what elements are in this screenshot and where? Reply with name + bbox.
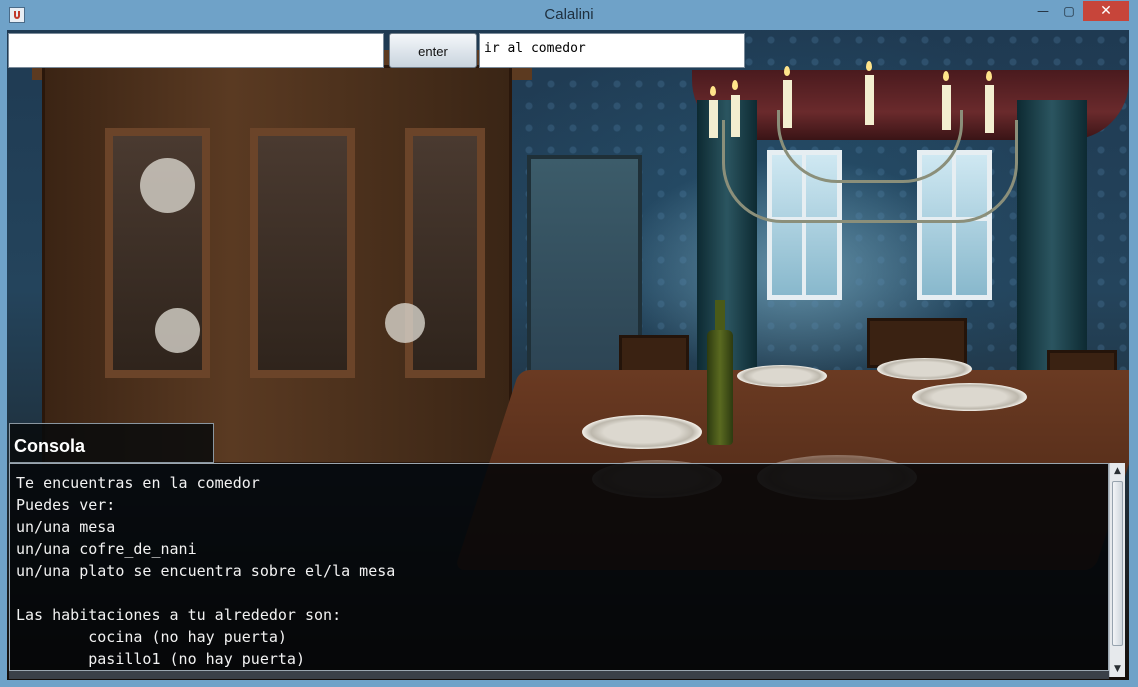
scroll-thumb[interactable] (1112, 481, 1123, 646)
maximize-button[interactable]: ▢ (1056, 1, 1082, 21)
cabinet-door (250, 128, 355, 378)
console-line: Te encuentras en la comedor (16, 474, 260, 492)
plate (737, 365, 827, 387)
cabinet-door (405, 128, 485, 378)
plate-decor (385, 303, 425, 343)
wine-bottle (707, 330, 733, 445)
flame (710, 86, 716, 96)
client-area: enter ir al comedor Consola Te encuentra… (7, 30, 1129, 680)
title-bar[interactable]: Calalini — ▢ ✕ (0, 0, 1138, 30)
plate (877, 358, 972, 380)
scroll-up-arrow-icon[interactable]: ▲ (1110, 463, 1125, 479)
candle (865, 75, 874, 125)
candle (985, 85, 994, 133)
candle (731, 95, 740, 137)
scroll-down-arrow-icon[interactable]: ▼ (1110, 661, 1125, 677)
candle (942, 85, 951, 130)
flame (732, 80, 738, 90)
plate (912, 383, 1027, 411)
console-line: un/una plato se encuentra sobre el/la me… (16, 562, 396, 580)
plate-decor (140, 158, 195, 213)
minimize-button[interactable]: — (1030, 1, 1056, 21)
console-line: un/una mesa (16, 518, 116, 536)
window-title: Calalini (544, 6, 594, 23)
enter-button[interactable]: enter (389, 33, 477, 68)
plate-decor (155, 308, 200, 353)
candle (709, 100, 718, 138)
app-window: Calalini — ▢ ✕ enter ir al comedor Conso… (0, 0, 1138, 687)
console-bottom-edge (9, 671, 1109, 679)
candle (783, 80, 792, 128)
console-scrollbar[interactable]: ▲ ▼ (1109, 463, 1125, 677)
console-output[interactable]: Te encuentras en la comedor Puedes ver: … (9, 463, 1109, 671)
command-bar: enter ir al comedor (7, 30, 1129, 70)
last-command-field[interactable]: ir al comedor (479, 33, 745, 68)
console-line: Puedes ver: (16, 496, 116, 514)
console-line: un/una cofre_de_nani (16, 540, 197, 558)
command-input[interactable] (8, 33, 384, 68)
console-line: Las habitaciones a tu alrededor son: (16, 606, 342, 624)
flame (986, 71, 992, 81)
plate (582, 415, 702, 449)
flame (943, 71, 949, 81)
console-line: cocina (no hay puerta) (16, 628, 287, 646)
china-cabinet (42, 65, 512, 465)
console-label: Consola (9, 423, 214, 463)
console-line: pasillo1 (no hay puerta) (16, 650, 305, 668)
close-button[interactable]: ✕ (1083, 1, 1129, 21)
